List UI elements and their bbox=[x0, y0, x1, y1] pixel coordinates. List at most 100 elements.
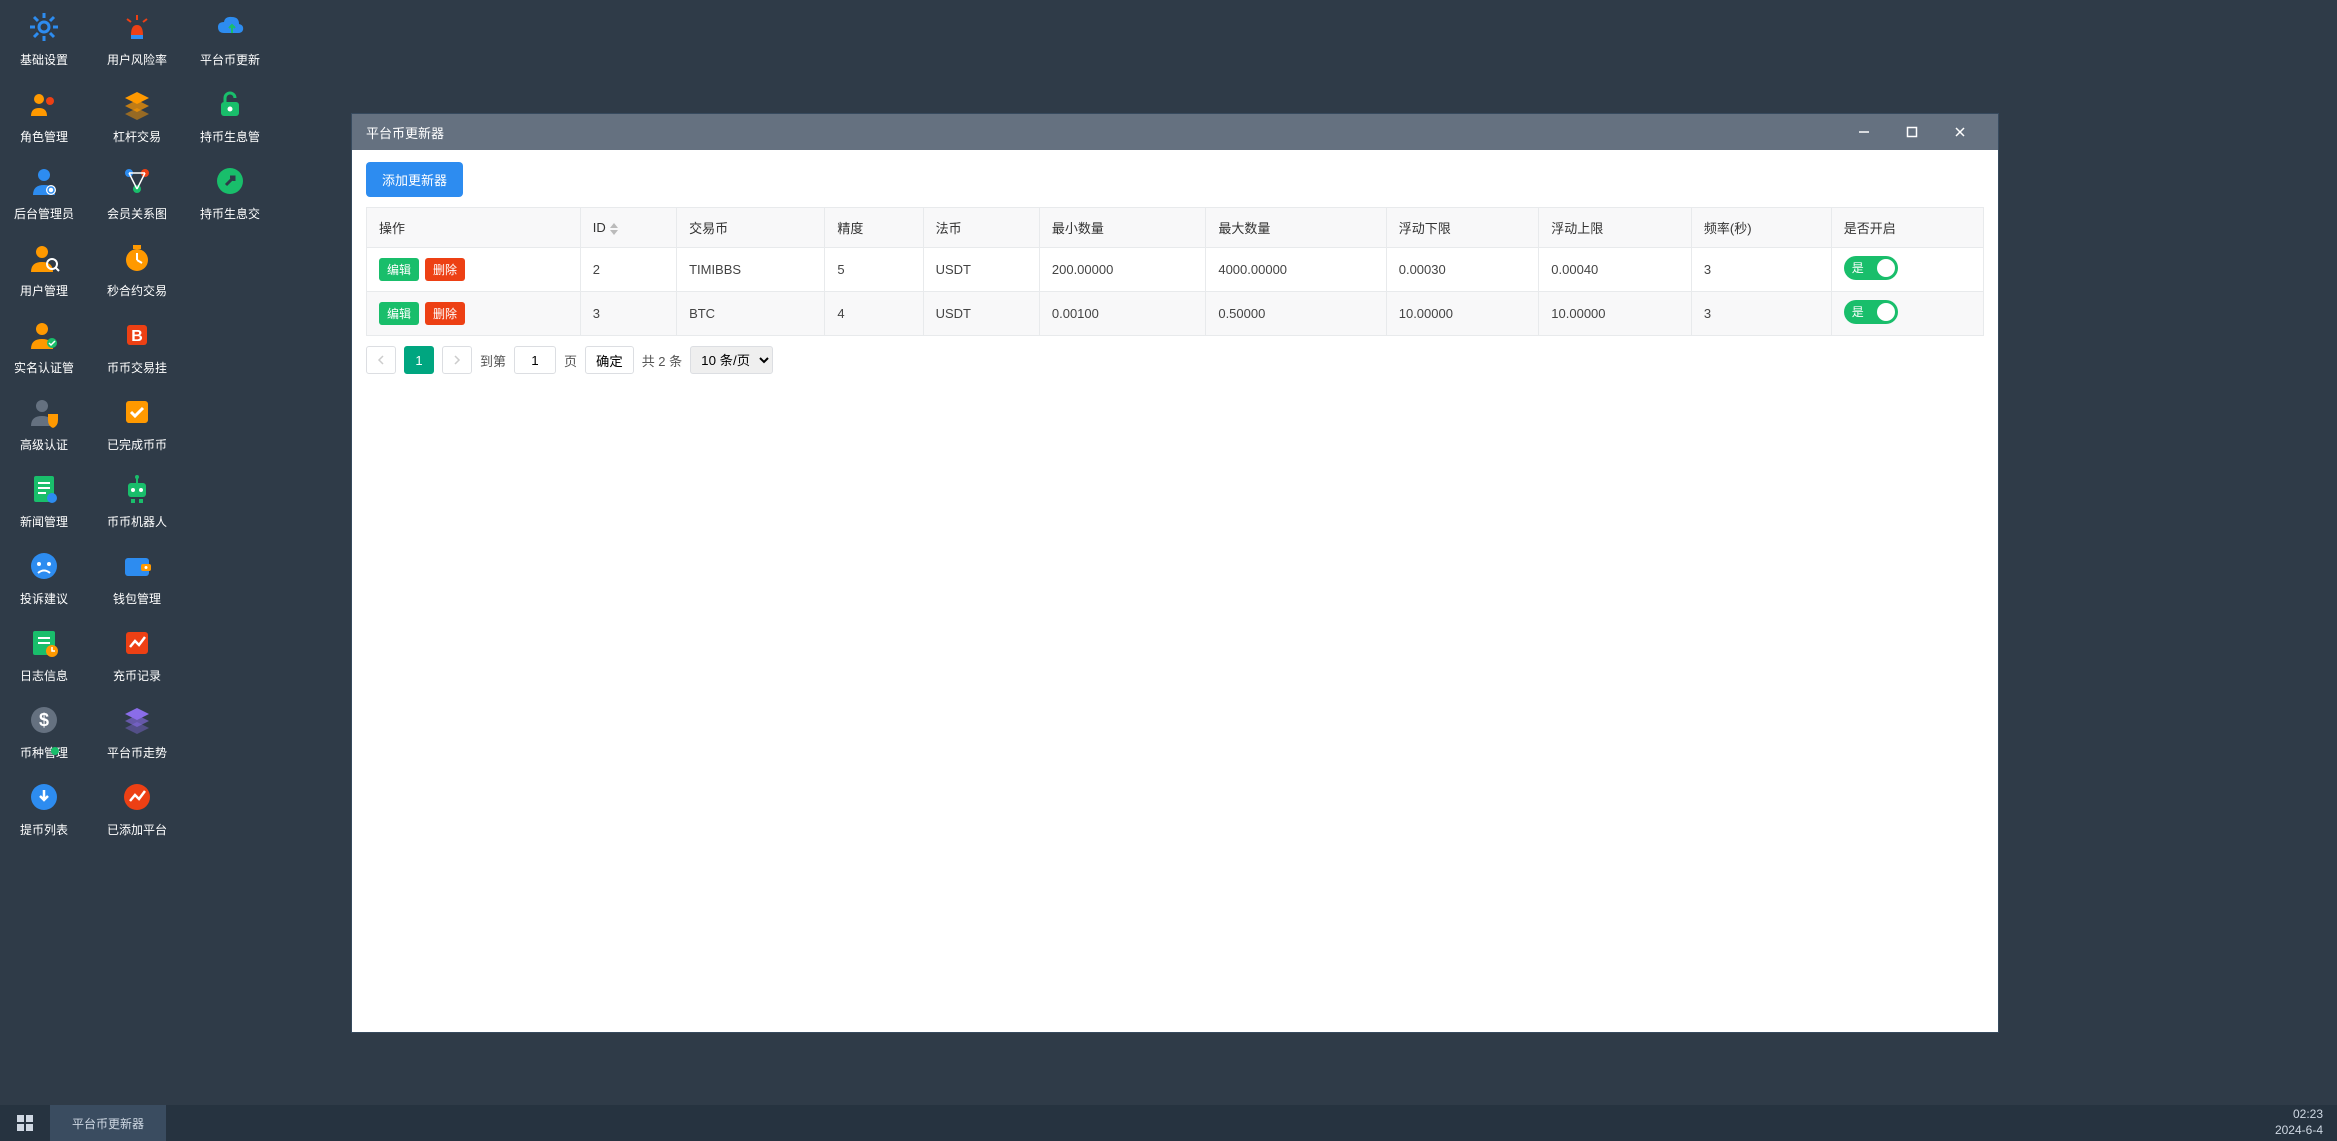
desktop-item-alert[interactable]: 用户风险率 bbox=[98, 5, 176, 72]
desktop-item-chartup[interactable]: 充币记录 bbox=[98, 621, 176, 688]
table-header: 浮动下限 bbox=[1386, 208, 1539, 248]
svg-text:B: B bbox=[131, 328, 143, 345]
desktop-item-label: 新闻管理 bbox=[20, 513, 68, 530]
desktop-item-wallet[interactable]: 钱包管理 bbox=[98, 544, 176, 611]
gear-icon bbox=[26, 9, 62, 45]
desktop-item-label: 币币交易挂 bbox=[107, 359, 167, 376]
complaint-icon bbox=[26, 548, 62, 584]
desktop-item-label: 日志信息 bbox=[20, 667, 68, 684]
windows-icon bbox=[17, 1115, 33, 1131]
desktop-item-shield[interactable]: 高级认证 bbox=[5, 390, 83, 457]
enable-switch[interactable]: 是 bbox=[1844, 300, 1898, 324]
check-icon bbox=[119, 394, 155, 430]
desktop-item-label: 钱包管理 bbox=[113, 590, 161, 607]
pagination: 1 到第 页 确定 共 2 条 10 条/页 bbox=[366, 346, 1984, 374]
alert-icon bbox=[119, 9, 155, 45]
page-1-button[interactable]: 1 bbox=[404, 346, 434, 374]
page-go-button[interactable]: 确定 bbox=[585, 346, 634, 374]
doc-icon bbox=[26, 471, 62, 507]
desktop-item-doc[interactable]: 新闻管理 bbox=[5, 467, 83, 534]
desktop-item-label: 持币生息管 bbox=[200, 128, 260, 145]
table-header: 精度 bbox=[825, 208, 923, 248]
desktop-item-lock[interactable]: 持币生息管 bbox=[191, 82, 269, 149]
desktop-item-dollar[interactable]: $币种管理 bbox=[5, 698, 83, 765]
window-title: 平台币更新器 bbox=[366, 123, 1840, 142]
desktop-item-check[interactable]: 已完成币币 bbox=[98, 390, 176, 457]
delete-button[interactable]: 删除 bbox=[425, 302, 465, 325]
cell-fiat: USDT bbox=[923, 248, 1039, 292]
desktop-item-label: 平台币走势 bbox=[107, 744, 167, 761]
desktop-item-layers[interactable]: 杠杆交易 bbox=[98, 82, 176, 149]
start-button[interactable] bbox=[0, 1105, 50, 1141]
admin-icon bbox=[26, 163, 62, 199]
desktop-item-complaint[interactable]: 投诉建议 bbox=[5, 544, 83, 611]
window-maximize-button[interactable] bbox=[1888, 114, 1936, 150]
cell-id: 2 bbox=[580, 248, 676, 292]
desktop-icons: 基础设置角色管理后台管理员用户管理实名认证管高级认证新闻管理投诉建议日志信息 $币… bbox=[5, 5, 269, 842]
desktop-item-users[interactable]: 角色管理 bbox=[5, 82, 83, 149]
notification-badge bbox=[51, 747, 59, 755]
table-row: 编辑删除2TIMIBBS5USDT200.000004000.000000.00… bbox=[367, 248, 1984, 292]
sort-icon bbox=[610, 223, 618, 235]
table-header: 法币 bbox=[923, 208, 1039, 248]
cell-min: 0.00100 bbox=[1039, 292, 1205, 336]
desktop-item-usersearch[interactable]: 用户管理 bbox=[5, 236, 83, 303]
page-prev-button[interactable] bbox=[366, 346, 396, 374]
desktop-item-trend[interactable]: 平台币走势 bbox=[98, 698, 176, 765]
desktop-item-timer[interactable]: 秒合约交易 bbox=[98, 236, 176, 303]
desktop-item-label: 平台币更新 bbox=[200, 51, 260, 68]
table-header[interactable]: ID bbox=[580, 208, 676, 248]
updater-table: 操作ID交易币精度法币最小数量最大数量浮动下限浮动上限频率(秒)是否开启 编辑删… bbox=[366, 207, 1984, 336]
desktop-item-label: 秒合约交易 bbox=[107, 282, 167, 299]
window-platform-updater: 平台币更新器 添加更新器 操作ID交易币精度法币最小数量最大数量浮动下限浮动上限… bbox=[351, 113, 1999, 1033]
usersearch-icon bbox=[26, 240, 62, 276]
add-updater-button[interactable]: 添加更新器 bbox=[366, 162, 463, 197]
taskbar-clock: 02:23 2024-6-4 bbox=[2261, 1107, 2337, 1138]
chartup-icon bbox=[119, 625, 155, 661]
desktop-item-log[interactable]: 日志信息 bbox=[5, 621, 83, 688]
window-minimize-button[interactable] bbox=[1840, 114, 1888, 150]
cell-trade: TIMIBBS bbox=[677, 248, 825, 292]
desktop-item-label: 实名认证管 bbox=[14, 359, 74, 376]
delete-button[interactable]: 删除 bbox=[425, 258, 465, 281]
page-total-label: 共 2 条 bbox=[642, 351, 682, 370]
desktop-item-bexchange[interactable]: B 币币交易挂 bbox=[98, 313, 176, 380]
desktop-item-idcard[interactable]: 实名认证管 bbox=[5, 313, 83, 380]
desktop-item-label: 币种管理 bbox=[20, 744, 68, 761]
taskbar-item-updater[interactable]: 平台币更新器 bbox=[50, 1105, 166, 1141]
table-header: 操作 bbox=[367, 208, 581, 248]
desktop-item-trendcircle[interactable]: 已添加平台 bbox=[98, 775, 176, 842]
table-header: 是否开启 bbox=[1831, 208, 1983, 248]
window-titlebar[interactable]: 平台币更新器 bbox=[352, 114, 1998, 150]
desktop-item-admin[interactable]: 后台管理员 bbox=[5, 159, 83, 226]
table-header: 交易币 bbox=[677, 208, 825, 248]
page-jump-input[interactable] bbox=[514, 346, 556, 374]
desktop-item-lockarrow[interactable]: 持币生息交 bbox=[191, 159, 269, 226]
page-next-button[interactable] bbox=[442, 346, 472, 374]
cell-precision: 5 bbox=[825, 248, 923, 292]
cell-trade: BTC bbox=[677, 292, 825, 336]
desktop-item-network[interactable]: 会员关系图 bbox=[98, 159, 176, 226]
desktop-item-label: 角色管理 bbox=[20, 128, 68, 145]
window-close-button[interactable] bbox=[1936, 114, 1984, 150]
desktop-item-label: 会员关系图 bbox=[107, 205, 167, 222]
edit-button[interactable]: 编辑 bbox=[379, 258, 419, 281]
trend-icon bbox=[119, 702, 155, 738]
desktop-item-withdraw[interactable]: 提币列表 bbox=[5, 775, 83, 842]
shield-icon bbox=[26, 394, 62, 430]
window-body: 添加更新器 操作ID交易币精度法币最小数量最大数量浮动下限浮动上限频率(秒)是否… bbox=[352, 150, 1998, 1032]
enable-switch[interactable]: 是 bbox=[1844, 256, 1898, 280]
desktop-item-label: 后台管理员 bbox=[14, 205, 74, 222]
bexchange-icon: B bbox=[119, 317, 155, 353]
desktop-item-cloud[interactable]: 平台币更新 bbox=[191, 5, 269, 72]
edit-button[interactable]: 编辑 bbox=[379, 302, 419, 325]
cell-low: 10.00000 bbox=[1386, 292, 1539, 336]
log-icon bbox=[26, 625, 62, 661]
desktop-item-label: 杠杆交易 bbox=[113, 128, 161, 145]
desktop-item-gear[interactable]: 基础设置 bbox=[5, 5, 83, 72]
desktop-item-robot[interactable]: 币币机器人 bbox=[98, 467, 176, 534]
page-size-select[interactable]: 10 条/页 bbox=[690, 346, 773, 374]
clock-time: 02:23 bbox=[2275, 1107, 2323, 1123]
cloud-icon bbox=[212, 9, 248, 45]
cell-max: 4000.00000 bbox=[1206, 248, 1386, 292]
